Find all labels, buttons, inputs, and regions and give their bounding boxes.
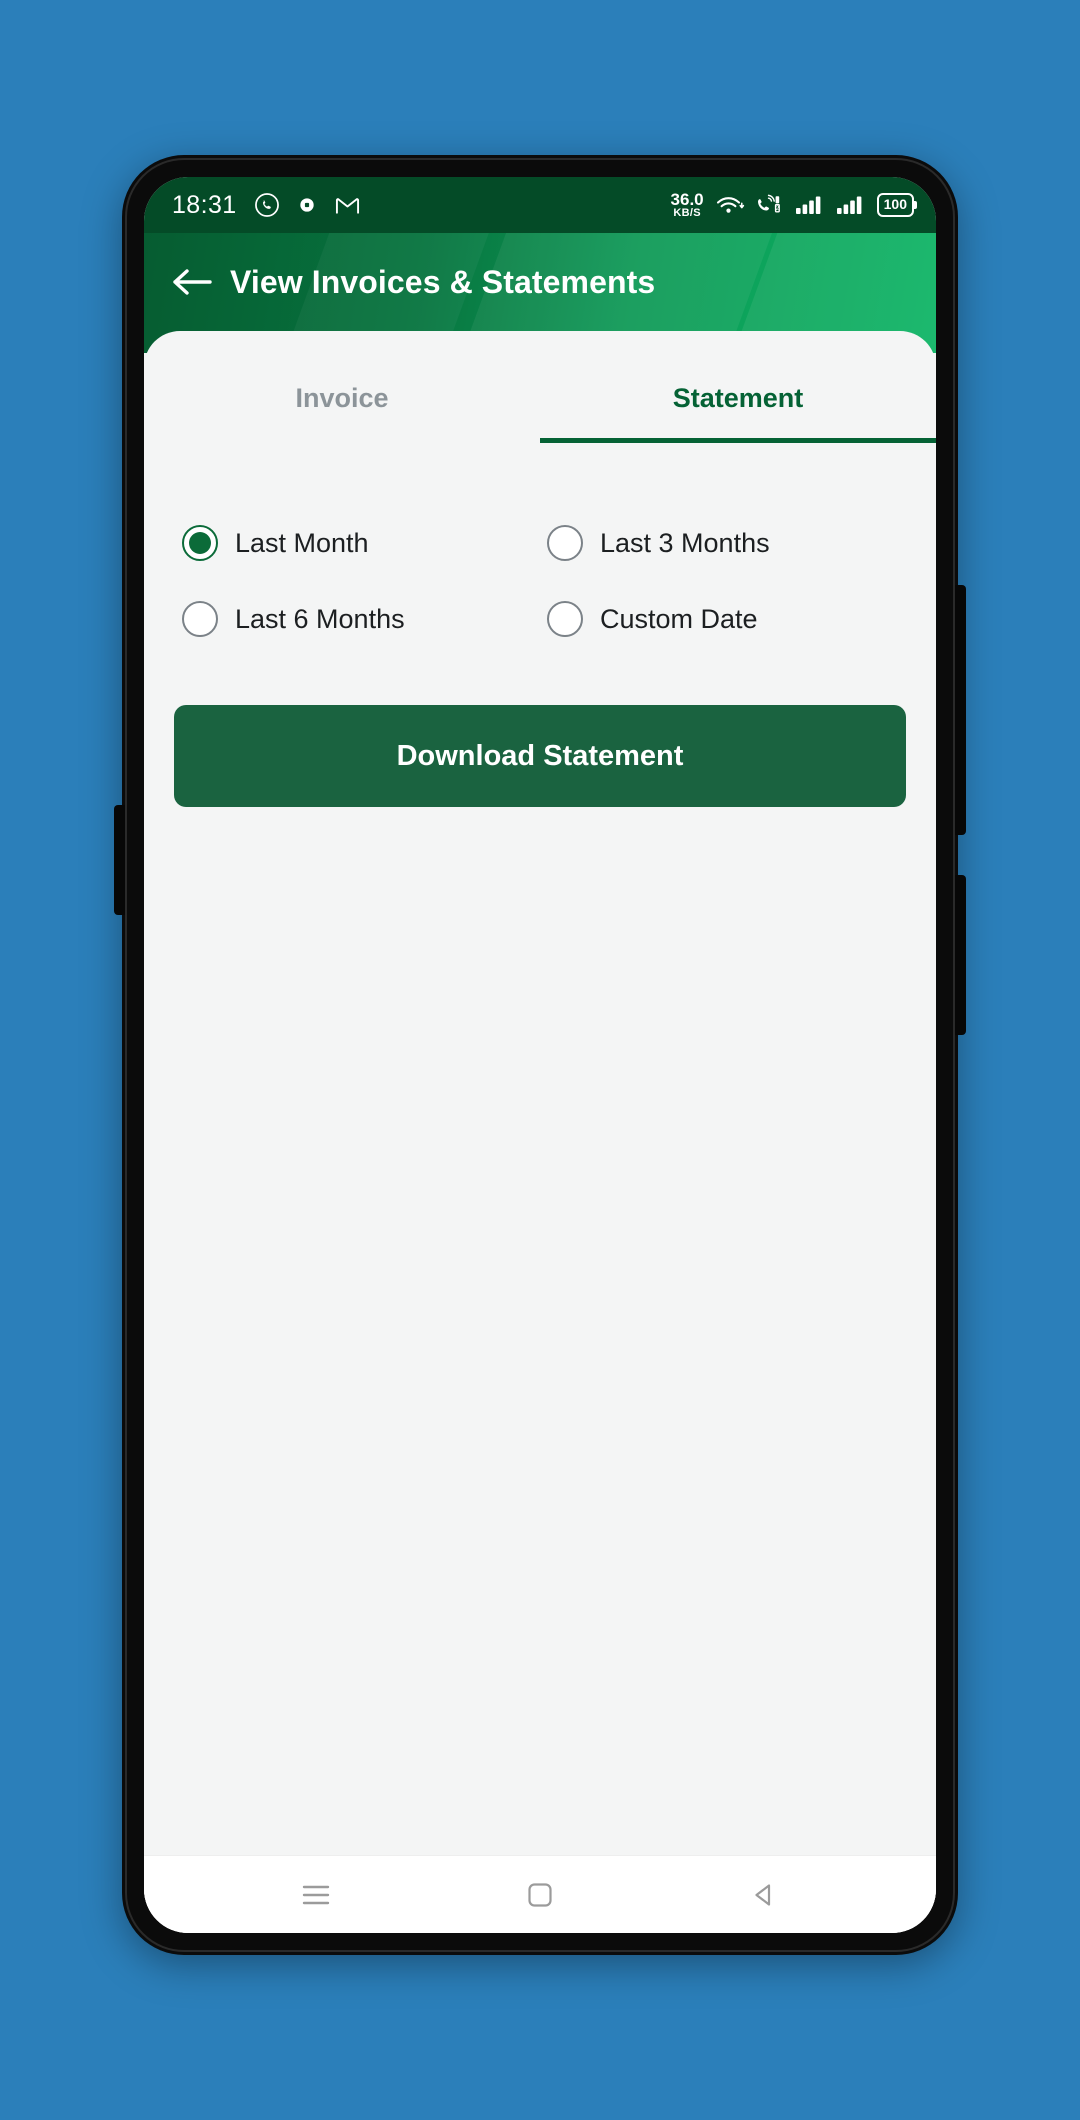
volte-call-icon: 2 bbox=[756, 193, 784, 217]
status-bar-right: 36.0 KB/S 2 100 bbox=[671, 191, 914, 219]
volume-button-left[interactable] bbox=[114, 805, 126, 915]
content-sheet: Invoice Statement Last Month Last 3 Mont… bbox=[144, 331, 936, 1933]
radio-option-last-month[interactable]: Last Month bbox=[182, 515, 547, 571]
android-navigation-bar bbox=[144, 1855, 936, 1933]
dot-notification-icon bbox=[297, 195, 317, 215]
radio-circle-icon bbox=[547, 525, 583, 561]
radio-circle-selected-icon bbox=[182, 525, 218, 561]
phone-frame: 18:31 36.0 KB/S 2 100 View Invoices & St… bbox=[114, 155, 966, 1955]
arrow-left-icon[interactable] bbox=[170, 260, 214, 304]
network-speed-indicator: 36.0 KB/S bbox=[671, 191, 704, 219]
radio-option-last-6-months[interactable]: Last 6 Months bbox=[182, 591, 547, 647]
period-options-group: Last Month Last 3 Months Last 6 Months C… bbox=[144, 443, 936, 647]
radio-option-last-3-months[interactable]: Last 3 Months bbox=[547, 515, 912, 571]
wifi-icon bbox=[715, 193, 745, 217]
gmail-icon bbox=[334, 192, 361, 219]
status-bar-left: 18:31 bbox=[172, 191, 361, 220]
back-triangle-icon[interactable] bbox=[729, 1865, 799, 1925]
tab-invoice[interactable]: Invoice bbox=[144, 353, 540, 443]
download-statement-button[interactable]: Download Statement bbox=[174, 705, 906, 807]
radio-label-last-6-months: Last 6 Months bbox=[235, 603, 405, 634]
power-button[interactable] bbox=[954, 875, 966, 1035]
tab-statement[interactable]: Statement bbox=[540, 353, 936, 443]
menu-lines-icon[interactable] bbox=[281, 1865, 351, 1925]
phone-screen: 18:31 36.0 KB/S 2 100 View Invoices & St… bbox=[144, 177, 936, 1933]
signal-bars-sim1-icon bbox=[795, 194, 825, 216]
radio-circle-icon bbox=[547, 601, 583, 637]
radio-label-custom-date: Custom Date bbox=[600, 603, 758, 634]
whatsapp-icon bbox=[254, 192, 280, 218]
network-speed-value: 36.0 bbox=[670, 190, 704, 209]
radio-option-custom-date[interactable]: Custom Date bbox=[547, 591, 912, 647]
status-bar-clock: 18:31 bbox=[172, 190, 237, 219]
battery-indicator: 100 bbox=[876, 193, 914, 217]
tab-statement-label: Statement bbox=[672, 382, 804, 413]
tab-bar: Invoice Statement bbox=[144, 331, 936, 443]
tab-invoice-label: Invoice bbox=[295, 382, 389, 413]
content-empty-area bbox=[144, 807, 936, 1855]
volume-button-right[interactable] bbox=[954, 585, 966, 835]
status-bar: 18:31 36.0 KB/S 2 100 bbox=[144, 177, 936, 233]
radio-circle-icon bbox=[182, 601, 218, 637]
network-speed-unit: KB/S bbox=[673, 207, 701, 219]
page-title: View Invoices & Statements bbox=[230, 263, 656, 300]
radio-label-last-3-months: Last 3 Months bbox=[600, 527, 770, 558]
home-square-icon[interactable] bbox=[505, 1865, 575, 1925]
radio-label-last-month: Last Month bbox=[235, 527, 369, 558]
signal-bars-sim2-icon bbox=[836, 194, 866, 216]
